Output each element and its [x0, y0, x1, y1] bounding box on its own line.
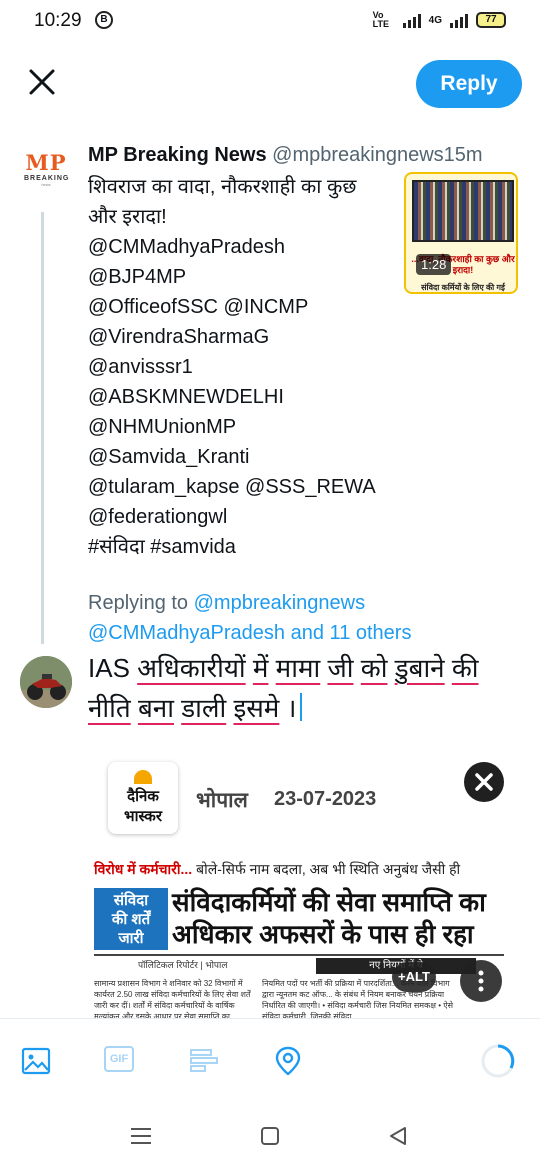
location-icon[interactable] — [272, 1045, 304, 1077]
signal-icon — [402, 12, 421, 28]
replying-handle-cmmadhyapradesh[interactable]: @CMMadhyaPradesh — [88, 622, 285, 644]
author-name: MP Breaking News — [88, 144, 267, 166]
video-thumbnail[interactable]: ...वादा, नौकरशाही का कुछ और इरादा! संविद… — [404, 172, 518, 294]
notification-b-icon: B — [95, 11, 113, 29]
compose-line-1: IAS अधिकारीयों में मामा जी को डुबाने की — [88, 648, 520, 688]
close-icon[interactable] — [26, 66, 58, 98]
compose-word: IAS — [88, 653, 130, 683]
more-options-button[interactable] — [460, 960, 502, 1002]
logo-sun-icon — [134, 770, 152, 784]
status-right: Vo LTE 4G 77 — [373, 11, 506, 29]
tweet-line: @tularam_kapse @SSS_REWA — [88, 476, 376, 498]
dainik-bhaskar-logo: दैनिक भास्कर — [108, 762, 178, 834]
tweet-line: @Samvida_Kranti — [88, 446, 250, 468]
add-alt-text-button[interactable]: +ALT — [392, 962, 436, 992]
badge-line-2: की शर्तें — [111, 911, 151, 928]
compose-word: में — [252, 653, 269, 683]
compose-word: की — [451, 653, 479, 683]
user-avatar[interactable] — [20, 656, 72, 708]
badge-line-3: जारी — [118, 930, 144, 947]
compose-line-2: नीति बना डाली इसमे । — [88, 688, 520, 728]
avatar-logo-mp: MP — [25, 150, 67, 175]
home-icon[interactable] — [260, 1126, 280, 1146]
compose-word: बना — [137, 693, 174, 723]
thread-line — [41, 212, 44, 644]
compose-word: मामा — [275, 653, 321, 683]
tweet-line: @VirendraSharmaG — [88, 326, 270, 348]
logo-text-1: दैनिक — [127, 787, 159, 805]
tweet-line: @anvisssr1 — [88, 356, 193, 378]
logo-text-2: भास्कर — [124, 807, 162, 825]
news-headline: संविदाकर्मियों की सेवा समाप्ति का अधिकार… — [172, 886, 512, 950]
tweet-line: @CMMadhyaPradesh — [88, 236, 286, 258]
tweet-line: और इरादा! — [88, 206, 167, 228]
compose-word: अधिकारीयों — [137, 653, 246, 683]
battery-icon: 77 — [476, 12, 506, 28]
news-place: भोपाल — [196, 789, 248, 812]
tweet-line: #संविदा #samvida — [88, 536, 236, 558]
attached-image[interactable]: दैनिक भास्कर भोपाल 23-07-2023 विरोध में … — [80, 740, 520, 1020]
compose-word: डाली — [181, 693, 227, 723]
headline-line-2: अधिकार अफसरों के पास ही रहा — [172, 919, 474, 949]
kicker-red: विरोध में कर्मचारी... — [94, 861, 193, 877]
text-caret — [300, 693, 303, 721]
news-badge: संविदा की शर्तें जारी — [94, 888, 168, 950]
compose-word: नीति — [88, 693, 131, 723]
news-date: 23-07-2023 — [274, 788, 377, 810]
network-type-label: 4G — [428, 14, 442, 26]
compose-word: । — [286, 693, 297, 723]
compose-word: जी — [327, 653, 354, 683]
news-byline: पॉलिटिकल रिपोर्टर | भोपाल — [138, 960, 228, 970]
replying-handle-mpbreakingnews[interactable]: @mpbreakingnews — [194, 592, 366, 614]
image-icon[interactable] — [20, 1045, 52, 1077]
avatar-logo-news: news — [41, 182, 51, 187]
news-kicker: विरोध में कर्मचारी... बोले-सिर्फ नाम बदल… — [94, 860, 460, 879]
system-nav-bar — [0, 1104, 540, 1170]
tweet-line: @OfficeofSSC @INCMP — [88, 296, 309, 318]
poll-icon[interactable] — [188, 1045, 220, 1077]
tweet-line: @federationgwl — [88, 506, 228, 528]
badge-line-1: संविदा — [113, 892, 149, 909]
tweet-line: @BJP4MP — [88, 266, 187, 288]
tweet-text: शिवराज का वादा, नौकरशाही का कुछ और इरादा… — [88, 172, 398, 562]
compose-word: को — [360, 653, 388, 683]
replying-others-link[interactable]: and 11 others — [291, 622, 412, 644]
tweet-line: शिवराज का वादा, नौकरशाही का कुछ — [88, 176, 357, 198]
tweet-author[interactable]: MP Breaking News @mpbreakingnews15m — [88, 144, 483, 167]
video-crowd-image — [412, 180, 514, 242]
signal-icon-2 — [450, 12, 468, 28]
more-vertical-icon — [478, 970, 484, 992]
compose-toolbar — [0, 1018, 540, 1104]
character-progress-icon — [480, 1043, 516, 1079]
back-icon[interactable] — [388, 1126, 408, 1146]
remove-image-button[interactable] — [464, 762, 504, 802]
status-bar: 10:29 B Vo LTE 4G 77 — [0, 0, 540, 42]
compose-word: डुबाने — [394, 653, 445, 683]
kicker-rest: बोले-सिर्फ नाम बदला, अब भी स्थिति अनुबंध… — [196, 861, 461, 877]
status-time: 10:29 — [34, 10, 82, 31]
news-divider — [94, 954, 504, 956]
video-footer: संविदा कर्मियों के लिए की गई — [421, 283, 505, 292]
news-column-1: सामान्य प्रशासन विभाग ने शनिवार को 32 वि… — [94, 979, 251, 1020]
tweet-line: @NHMUnionMP — [88, 416, 237, 438]
video-duration: 1:28 — [416, 254, 452, 275]
replying-prefix: Replying to — [88, 592, 189, 614]
gif-button[interactable]: GIF — [104, 1046, 134, 1072]
volte-label: Vo LTE — [372, 10, 389, 29]
compose-word: इसमे — [233, 693, 280, 723]
author-handle: @mpbreakingnews15m — [272, 144, 483, 166]
close-icon — [475, 773, 493, 791]
headline-line-1: संविदाकर्मियों की सेवा समाप्ति का — [172, 887, 486, 917]
avatar-logo-breaking: BREAKING — [24, 175, 70, 182]
compose-textarea[interactable]: IAS अधिकारीयों में मामा जी को डुबाने की … — [88, 648, 520, 728]
recent-apps-icon[interactable] — [130, 1126, 152, 1146]
tweet-line: @ABSKMNEWDELHI — [88, 386, 284, 408]
author-avatar[interactable]: MP BREAKING news — [24, 150, 68, 204]
reply-button[interactable]: Reply — [416, 60, 522, 108]
replying-to: Replying to @mpbreakingnews @CMMadhyaPra… — [88, 588, 528, 648]
